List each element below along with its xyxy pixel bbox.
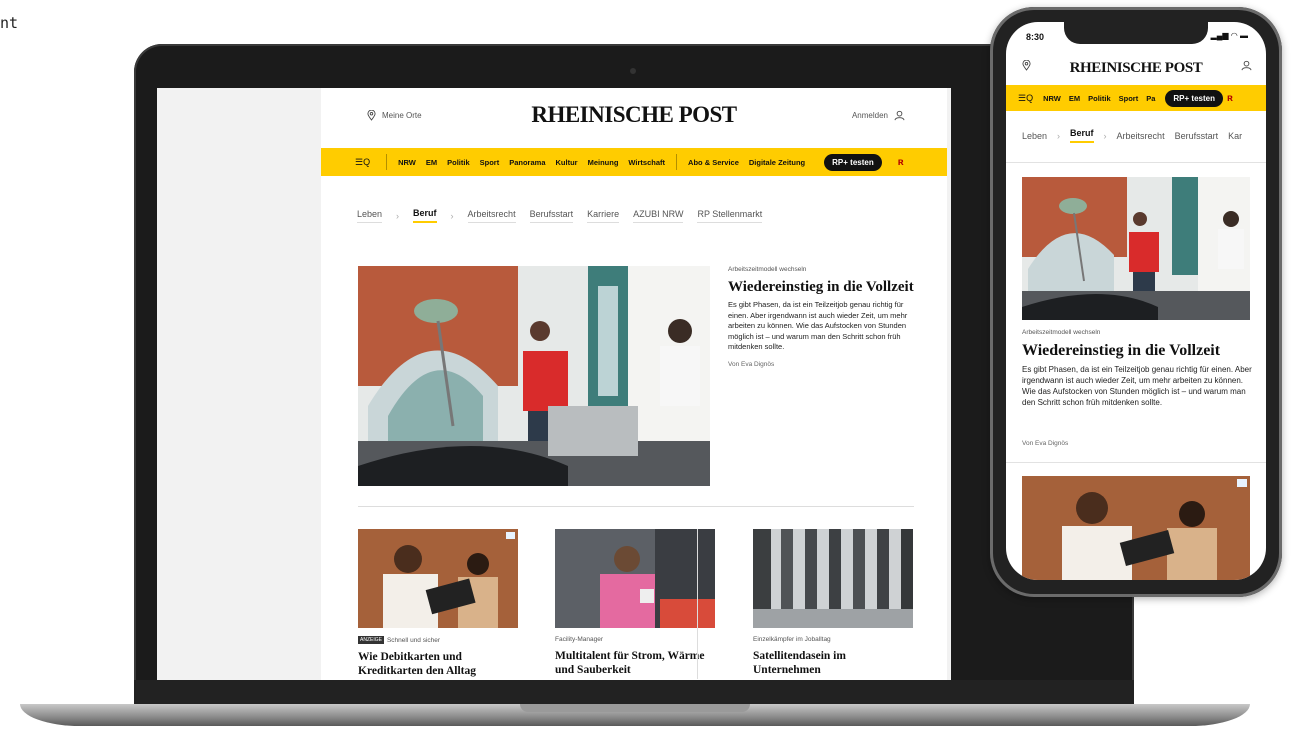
login-link[interactable]: Anmelden [852, 110, 905, 121]
laptop-notch [520, 704, 750, 712]
nav-item-nrw[interactable]: NRW [1043, 94, 1061, 103]
hero-teaser: Es gibt Phasen, da ist ein Teilzeitjob g… [1022, 365, 1252, 407]
subnav-item-berufsstart[interactable]: Berufsstart [529, 209, 574, 223]
subnav-item-azubi-nrw[interactable]: AZUBI NRW [633, 209, 684, 223]
site-header: Meine Orte RHEINISCHE POST Anmelden [321, 88, 947, 146]
divider [1006, 162, 1266, 163]
card-title[interactable]: Wie Debitkarten und Kreditkarten den All… [358, 650, 518, 678]
phone-screen: 8:30 ▂▄▆ ◠ ▬ RHEINISCHE POST ☰Q NRW EM P… [1006, 22, 1266, 580]
card-kicker: Einzelkämpfer im Joballtag [753, 636, 831, 643]
chevron-right-icon: › [396, 210, 400, 221]
camera-icon [630, 68, 636, 74]
divider [358, 506, 914, 507]
login-label: Anmelden [851, 111, 888, 120]
status-time: 8:30 [1026, 32, 1045, 42]
subnav-item-beruf[interactable]: Beruf [1070, 128, 1094, 143]
hero-headline[interactable]: Wiedereinstieg in die Vollzeit [1022, 341, 1252, 360]
chevron-right-icon: › [1057, 130, 1061, 141]
nav-item-abo-service[interactable]: Abo & Service [688, 158, 739, 167]
hero-kicker: Arbeitszeitmodell wechseln [1022, 329, 1101, 336]
hero-headline[interactable]: Wiedereinstieg in die Vollzeit [728, 279, 918, 296]
nav-divider [386, 154, 388, 170]
menu-search-icon[interactable]: ☰Q [355, 157, 370, 168]
card-image[interactable] [1022, 476, 1250, 580]
nav-item-em[interactable]: EM [1069, 94, 1080, 103]
nav-item-digitale-zeitung[interactable]: Digitale Zeitung [749, 158, 805, 167]
hero-image[interactable] [358, 266, 710, 486]
card-image [753, 529, 913, 628]
article-card[interactable]: ANZEIGE Schnell und sicher Wie Debitkarte… [358, 529, 518, 678]
nav-item-nrw[interactable]: NRW [398, 158, 416, 167]
card-kicker: ANZEIGE Schnell und sicher [358, 636, 518, 644]
phone-main-nav: ☰Q NRW EM Politik Sport Pa RP+ testen ʀ [1006, 85, 1266, 111]
hero-image[interactable] [1022, 177, 1250, 320]
hero-kicker: Arbeitszeitmodell wechseln [728, 266, 807, 273]
nav-item-sport[interactable]: Sport [1119, 94, 1139, 103]
ad-badge: ANZEIGE [358, 636, 384, 644]
rp-plus-icon[interactable]: ʀ [898, 157, 904, 168]
card-title[interactable]: Satellitendasein im Unternehmen [753, 649, 913, 677]
nav-item-wirtschaft[interactable]: Wirtschaft [628, 158, 665, 167]
site-logo[interactable]: RHEINISCHE POST [1006, 60, 1266, 77]
chevron-right-icon: › [450, 210, 454, 221]
subnav-item-karriere[interactable]: Kar [1228, 131, 1242, 141]
subnav-item-karriere[interactable]: Karriere [587, 209, 620, 223]
subnav-item-leben[interactable]: Leben [1022, 131, 1047, 141]
hero-byline: Von Eva Dignös [728, 360, 775, 368]
article-card[interactable]: Einzelkämpfer im Joballtag Satellitendas… [753, 529, 913, 677]
card-kicker: Facility-Manager [555, 636, 604, 643]
nav-item-em[interactable]: EM [426, 158, 437, 167]
subnav-item-berufsstart[interactable]: Berufsstart [1175, 131, 1219, 141]
nav-item-panorama[interactable]: Panorama [509, 158, 545, 167]
corner-text: nt [0, 14, 19, 32]
hero-byline: Von Eva Dignös [1022, 440, 1069, 447]
user-icon [894, 110, 905, 121]
section-subnav: Leben › Beruf › Arbeitsrecht Berufsstart… [357, 208, 763, 223]
phone-subnav: Leben › Beruf › Arbeitsrecht Berufsstart… [1022, 128, 1242, 143]
phone-header: RHEINISCHE POST [1006, 52, 1266, 82]
status-icons: ▂▄▆ ◠ ▬ [1210, 31, 1248, 40]
column-divider [697, 529, 698, 679]
hero-article[interactable]: Arbeitszeitmodell wechseln Wiedereinstie… [728, 266, 918, 368]
nav-item-sport[interactable]: Sport [480, 158, 500, 167]
nav-item-panorama[interactable]: Pa [1146, 94, 1155, 103]
rp-plus-test-button[interactable]: RP+ testen [824, 153, 882, 171]
laptop-chin [134, 680, 1134, 704]
nav-item-politik[interactable]: Politik [1088, 94, 1111, 103]
web-page: Meine Orte RHEINISCHE POST Anmelden ☰Q N… [321, 88, 947, 680]
subnav-item-beruf[interactable]: Beruf [413, 208, 437, 223]
chevron-right-icon: › [1103, 130, 1107, 141]
card-title[interactable]: Multitalent für Strom, Wärme und Sauberk… [555, 649, 715, 677]
card-image [555, 529, 715, 628]
user-icon[interactable] [1241, 60, 1252, 71]
subnav-item-rp-stellenmarkt[interactable]: RP Stellenmarkt [697, 209, 763, 223]
menu-search-icon[interactable]: ☰Q [1018, 93, 1033, 104]
divider [1006, 462, 1266, 463]
laptop-screen: Meine Orte RHEINISCHE POST Anmelden ☰Q N… [157, 88, 951, 680]
article-card[interactable]: Facility-Manager Multitalent für Strom, … [555, 529, 715, 677]
nav-item-kultur[interactable]: Kultur [556, 158, 578, 167]
nav-item-meinung[interactable]: Meinung [588, 158, 619, 167]
nav-divider [676, 154, 678, 170]
subnav-item-leben[interactable]: Leben [357, 209, 383, 223]
subnav-item-arbeitsrecht[interactable]: Arbeitsrecht [1117, 131, 1165, 141]
card-kicker-text: Schnell und sicher [386, 636, 441, 644]
nav-item-politik[interactable]: Politik [447, 158, 470, 167]
rp-plus-test-button[interactable]: RP+ testen [1165, 89, 1223, 107]
phone-notch [1064, 22, 1208, 44]
card-image [358, 529, 518, 628]
hero-teaser: Es gibt Phasen, da ist ein Teilzeitjob g… [728, 300, 908, 351]
main-nav: ☰Q NRW EM Politik Sport Panorama Kultur … [321, 148, 947, 176]
rp-plus-icon[interactable]: ʀ [1227, 93, 1233, 104]
subnav-item-arbeitsrecht[interactable]: Arbeitsrecht [467, 209, 516, 223]
